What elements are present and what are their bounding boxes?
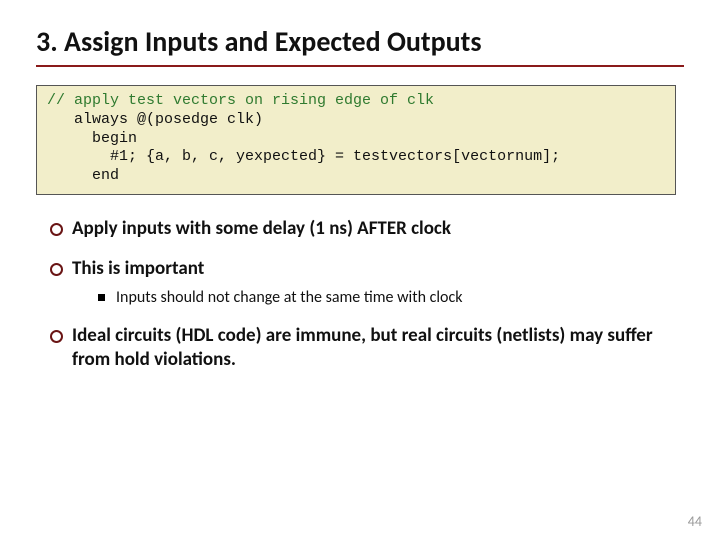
slide-title: 3. Assign Inputs and Expected Outputs [36, 24, 684, 67]
bullet-item: Apply inputs with some delay (1 ns) AFTE… [50, 217, 684, 241]
sub-bullet-text: Inputs should not change at the same tim… [116, 288, 463, 307]
code-comment: // apply test vectors on rising edge of … [47, 92, 434, 109]
sub-bullet-list: Inputs should not change at the same tim… [72, 288, 684, 308]
bullet-list: Apply inputs with some delay (1 ns) AFTE… [36, 217, 684, 372]
page-number: 44 [688, 513, 702, 530]
code-line: #1; {a, b, c, yexpected} = testvectors[v… [47, 148, 560, 165]
slide-content: 3. Assign Inputs and Expected Outputs //… [0, 0, 720, 372]
bullet-item: This is important Inputs should not chan… [50, 257, 684, 309]
code-line: end [47, 167, 119, 184]
code-line: always @(posedge clk) [47, 111, 263, 128]
sub-bullet-item: Inputs should not change at the same tim… [98, 288, 684, 308]
bullet-text: Ideal circuits (HDL code) are immune, bu… [72, 324, 653, 371]
bullet-text: This is important [72, 257, 204, 280]
bullet-item: Ideal circuits (HDL code) are immune, bu… [50, 324, 684, 372]
code-line: begin [47, 130, 137, 147]
code-block: // apply test vectors on rising edge of … [36, 85, 676, 195]
bullet-text: Apply inputs with some delay (1 ns) AFTE… [72, 217, 451, 240]
